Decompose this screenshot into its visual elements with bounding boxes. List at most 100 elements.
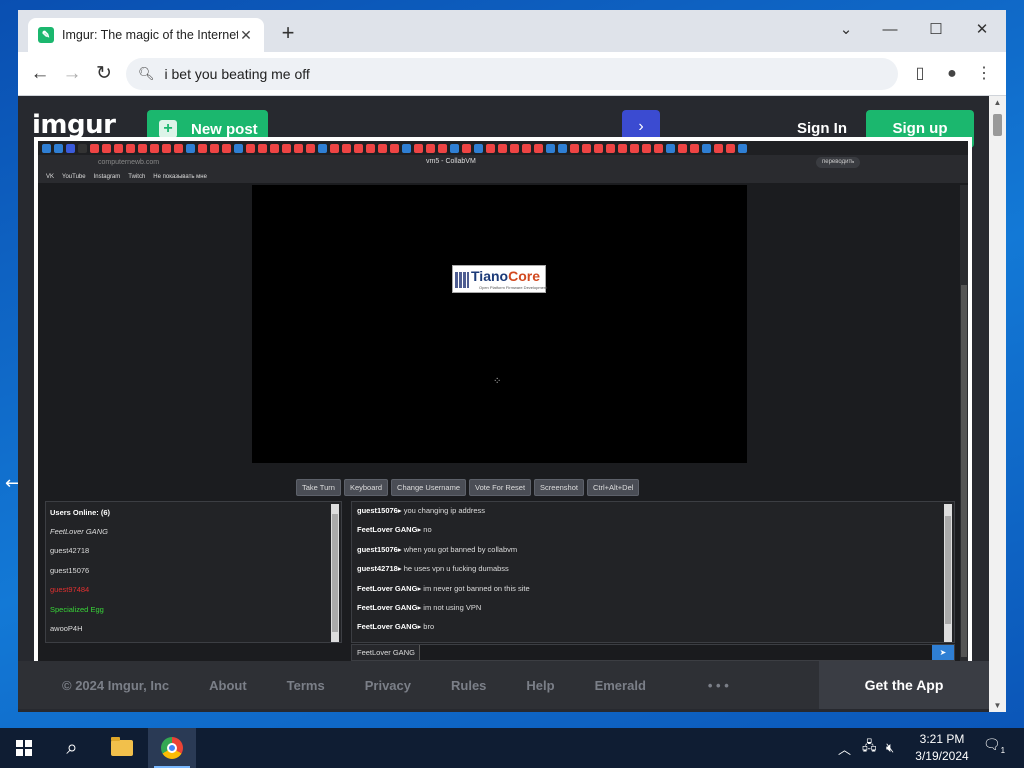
address-bar[interactable]: 🔍︎: [126, 58, 898, 90]
bookmark-youtube: YouTube: [62, 174, 86, 180]
inner-url: computernewb.com: [98, 159, 160, 166]
tray-chevron-icon[interactable]: ︿: [838, 728, 851, 768]
users-online-header: Users Online: (6): [50, 508, 111, 517]
loading-spinner-icon: ⁘: [493, 376, 502, 387]
inner-tab-favicon-icon: [126, 143, 135, 153]
tab-title: Imgur: The magic of the Internet: [62, 28, 238, 42]
footer-link-help[interactable]: Help: [526, 678, 554, 693]
inner-page-scrollbar: [960, 185, 968, 665]
search-taskbar-button[interactable]: ⌕: [48, 728, 96, 768]
chat-message-user: guest42718: [357, 564, 398, 574]
back-button[interactable]: ←: [28, 62, 52, 86]
chat-message: FeetLover GANG▸ no: [357, 525, 432, 535]
tab-close-icon[interactable]: ✕: [238, 27, 254, 44]
chat-message-user: guest15076: [357, 506, 398, 515]
inner-tab-favicon-icon: [546, 143, 555, 153]
footer-link-about[interactable]: About: [209, 678, 247, 693]
notification-count: 1: [1000, 745, 1006, 755]
imgur-footer: © 2024 Imgur, Inc About Terms Privacy Ru…: [18, 661, 989, 709]
chat-message: FeetLover GANG▸ im not using VPN: [357, 603, 482, 612]
reload-button[interactable]: ↻: [92, 62, 116, 86]
chat-message-text: when you got banned by collabvm: [403, 544, 518, 554]
inner-tab-favicon-icon: [354, 143, 363, 153]
inner-tab-favicon-icon: [630, 143, 639, 153]
inner-tab-favicon-icon: [414, 143, 423, 153]
inner-tab-favicon-icon: [318, 143, 327, 153]
imgur-logo[interactable]: imgur: [32, 110, 116, 140]
inner-bookmarks-bar: VK YouTube Instagram Twitch Не показыват…: [38, 171, 968, 183]
chrome-icon: [161, 737, 183, 759]
tab-imgur[interactable]: ✎ Imgur: The magic of the Internet ✕: [28, 18, 264, 52]
inner-tab-favicon-icon: [210, 143, 219, 153]
inner-tab-favicon-icon: [222, 143, 231, 153]
tianocore-grid-icon: [455, 272, 469, 288]
forward-button[interactable]: →: [60, 62, 84, 86]
inner-tab-favicon-icon: [90, 143, 99, 153]
vote-reset-button: Vote For Reset: [469, 479, 532, 496]
inner-tab-favicon-icon: [534, 143, 543, 153]
bookmark-instagram: Instagram: [93, 174, 121, 180]
menu-kebab-icon[interactable]: ⋮: [972, 62, 996, 86]
clock-time: 3:21 PM: [919, 732, 965, 746]
new-tab-button[interactable]: +: [276, 22, 300, 46]
network-icon[interactable]: 🖧︎: [862, 728, 877, 768]
side-panel-icon[interactable]: ▯: [908, 62, 932, 86]
bookmark-other: Не показывать мне: [153, 174, 207, 180]
chat-message: guest42718▸ he uses vpn u fucking dumabs…: [357, 564, 509, 574]
footer-link-emerald[interactable]: Emerald: [595, 678, 646, 693]
clock[interactable]: 3:21 PM 3/19/2024: [906, 731, 978, 765]
imgur-page: imgur + New post › Sign In Sign up compu…: [18, 96, 1006, 712]
profile-avatar-icon[interactable]: ●: [940, 62, 964, 86]
footer-link-terms[interactable]: Terms: [287, 678, 325, 693]
tab-search-button[interactable]: ⌄: [826, 16, 866, 44]
chat-message-text: bro: [423, 622, 435, 632]
inner-tab-favicon-icon: [570, 143, 579, 153]
footer-copyright: © 2024 Imgur, Inc: [62, 677, 170, 693]
take-turn-button: Take Turn: [296, 479, 341, 496]
inner-tab-strip: [38, 141, 968, 155]
chat-message-text: he uses vpn u fucking dumabss: [403, 564, 509, 574]
inner-tab-favicon-icon: [138, 143, 147, 153]
chat-message-text: im never got banned on this site: [423, 583, 530, 593]
address-input[interactable]: [164, 66, 865, 82]
inner-tab-favicon-icon: [342, 143, 351, 153]
inner-tab-favicon-icon: [234, 143, 243, 153]
keyboard-button: Keyboard: [343, 479, 389, 496]
user-list-item: Specialized Egg: [50, 604, 104, 614]
translate-pill: переводить: [816, 157, 861, 168]
minimize-button[interactable]: —: [870, 16, 910, 44]
inner-tab-favicon-icon: [402, 143, 411, 153]
page-scrollbar[interactable]: ▲ ▼: [989, 96, 1006, 712]
vm-button-row: Take Turn Keyboard Change Username Vote …: [296, 479, 640, 496]
chat-message-user: FeetLover GANG: [357, 622, 418, 632]
inner-tab-favicon-icon: [330, 143, 339, 153]
volume-muted-icon[interactable]: 🔇︎: [886, 728, 894, 768]
inner-tab-favicon-icon: [54, 143, 63, 153]
footer-link-privacy[interactable]: Privacy: [365, 678, 411, 693]
chat-message: guest15076▸ when you got banned by colla…: [357, 544, 518, 554]
inner-tab-favicon-icon: [438, 143, 447, 153]
footer-more-icon[interactable]: • • •: [708, 678, 729, 693]
inner-tab-favicon-icon: [678, 143, 687, 153]
user-list-item: FeetLover GANG: [50, 527, 108, 536]
inner-tab-favicon-icon: [150, 143, 159, 153]
chat-message-text: no: [423, 525, 432, 535]
chrome-taskbar-button[interactable]: [148, 728, 196, 768]
bookmark-twitch: Twitch: [128, 174, 146, 180]
user-list-item: guest42718: [50, 546, 90, 556]
maximize-button[interactable]: ☐: [916, 16, 956, 44]
start-button[interactable]: [0, 728, 48, 768]
footer-link-rules[interactable]: Rules: [451, 678, 486, 693]
sign-in-link[interactable]: Sign In: [797, 120, 847, 137]
taskbar: ⌕ ︿ 🖧︎ 🔇︎ 3:21 PM 3/19/2024 🗨︎1: [0, 728, 1024, 768]
ctrl-alt-del-button: Ctrl+Alt+Del: [586, 479, 640, 496]
inner-tab-favicon-icon: [258, 143, 267, 153]
inner-tab-favicon-icon: [174, 143, 183, 153]
get-the-app-button[interactable]: Get the App: [819, 661, 989, 709]
file-explorer-button[interactable]: [98, 728, 146, 768]
inner-toolbar: computernewb.com vm5 - CollabVM переводи…: [38, 155, 968, 171]
close-window-button[interactable]: ✕: [962, 16, 1002, 44]
notification-center-icon[interactable]: 🗨︎1: [982, 736, 1006, 758]
clock-date: 3/19/2024: [915, 749, 969, 763]
inner-page-title: vm5 - CollabVM: [426, 158, 476, 165]
